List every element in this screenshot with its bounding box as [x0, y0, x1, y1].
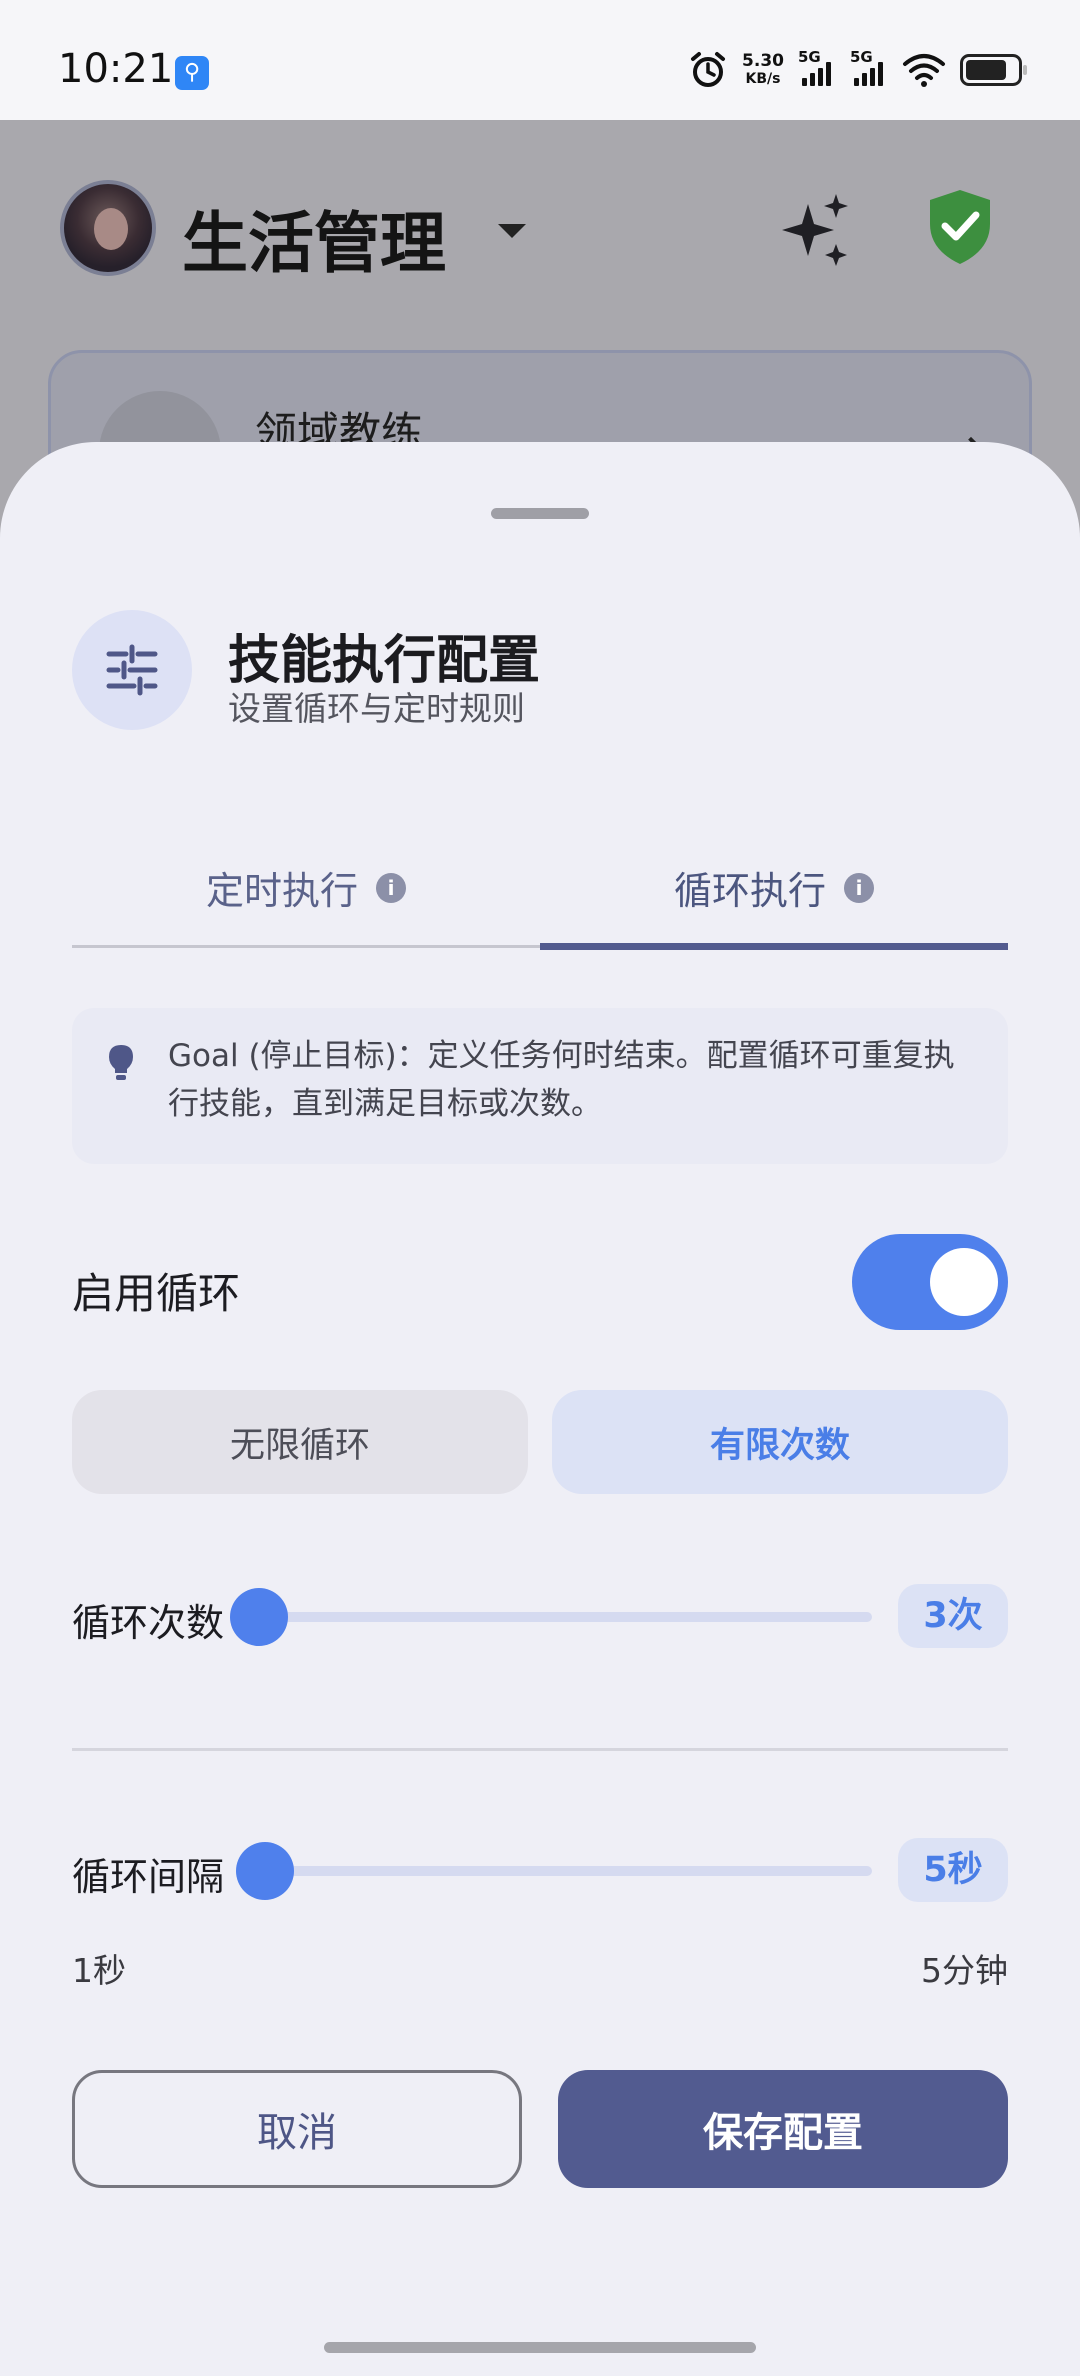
- status-icons: 5.30 KB/s 5G 5G: [688, 46, 1027, 94]
- loop-interval-label: 循环间隔: [72, 1855, 225, 1899]
- goal-info-box: Goal (停止目标)：定义任务何时结束。配置循环可重复执行技能，直到满足目标或…: [72, 1008, 1008, 1164]
- chevron-down-icon[interactable]: [498, 224, 526, 238]
- enable-loop-label: 启用循环: [72, 1269, 241, 1318]
- sliders-icon: [72, 610, 192, 730]
- cancel-button[interactable]: 取消: [72, 2070, 522, 2188]
- lightbulb-icon: [109, 1045, 133, 1080]
- info-icon[interactable]: i: [844, 872, 874, 903]
- loop-interval-track[interactable]: [262, 1866, 872, 1876]
- shield-check-icon[interactable]: [928, 188, 992, 266]
- home-indicator[interactable]: [324, 2342, 756, 2353]
- loop-count-row: 循环次数 3次: [72, 1584, 1008, 1648]
- status-time: 10:21: [58, 46, 174, 92]
- save-config-button[interactable]: 保存配置: [558, 2070, 1008, 2188]
- loop-count-slider-thumb[interactable]: [230, 1588, 288, 1646]
- tab-label: 定时执行: [205, 869, 358, 913]
- drag-handle[interactable]: [491, 508, 589, 519]
- info-icon[interactable]: i: [376, 872, 406, 903]
- skill-config-sheet: 技能执行配置 设置循环与定时规则 定时执行 i 循环执行 i Goal (停止目…: [0, 442, 1080, 2376]
- wifi-icon: [903, 54, 945, 87]
- divider: [72, 1748, 1008, 1751]
- signal-sim1-icon: 5G: [798, 48, 836, 90]
- sparkle-icon[interactable]: [778, 192, 858, 272]
- loop-count-label: 循环次数: [72, 1601, 225, 1645]
- signal-sim2-icon: 5G: [850, 48, 888, 90]
- sheet-subtitle: 设置循环与定时规则: [228, 689, 525, 728]
- status-bar: 10:21 ⚲ 5.30 KB/s 5G 5G: [0, 0, 1080, 120]
- loop-interval-row: 循环间隔 5秒: [72, 1838, 1008, 1902]
- goal-info-text: Goal (停止目标)：定义任务何时结束。配置循环可重复执行技能，直到满足目标或…: [168, 1038, 955, 1122]
- net-speed: 5.30 KB/s: [742, 51, 784, 87]
- tab-label: 循环执行: [673, 869, 826, 913]
- infinite-loop-option[interactable]: 无限循环: [72, 1390, 528, 1494]
- loop-interval-value: 5秒: [898, 1838, 1008, 1902]
- tab-scheduled[interactable]: 定时执行 i: [72, 830, 540, 945]
- avatar[interactable]: [60, 180, 156, 276]
- loop-count-value: 3次: [898, 1584, 1008, 1648]
- alarm-icon: [691, 52, 726, 87]
- interval-max-label: 5分钟: [921, 1951, 1008, 1990]
- loop-interval-slider-thumb[interactable]: [236, 1842, 295, 1900]
- usb-icon: ⚲: [175, 56, 209, 90]
- battery-icon: [960, 54, 1027, 86]
- interval-min-label: 1秒: [72, 1951, 126, 1990]
- tab-bar: 定时执行 i 循环执行 i: [72, 830, 1008, 950]
- tab-loop[interactable]: 循环执行 i: [540, 830, 1008, 945]
- loop-count-track[interactable]: [262, 1612, 872, 1622]
- limited-count-option[interactable]: 有限次数: [552, 1390, 1008, 1494]
- page-title[interactable]: 生活管理: [182, 190, 446, 286]
- tab-indicator: [540, 943, 1008, 950]
- app-header: 生活管理 领域教练: [0, 120, 1080, 550]
- enable-loop-toggle[interactable]: [852, 1234, 1008, 1330]
